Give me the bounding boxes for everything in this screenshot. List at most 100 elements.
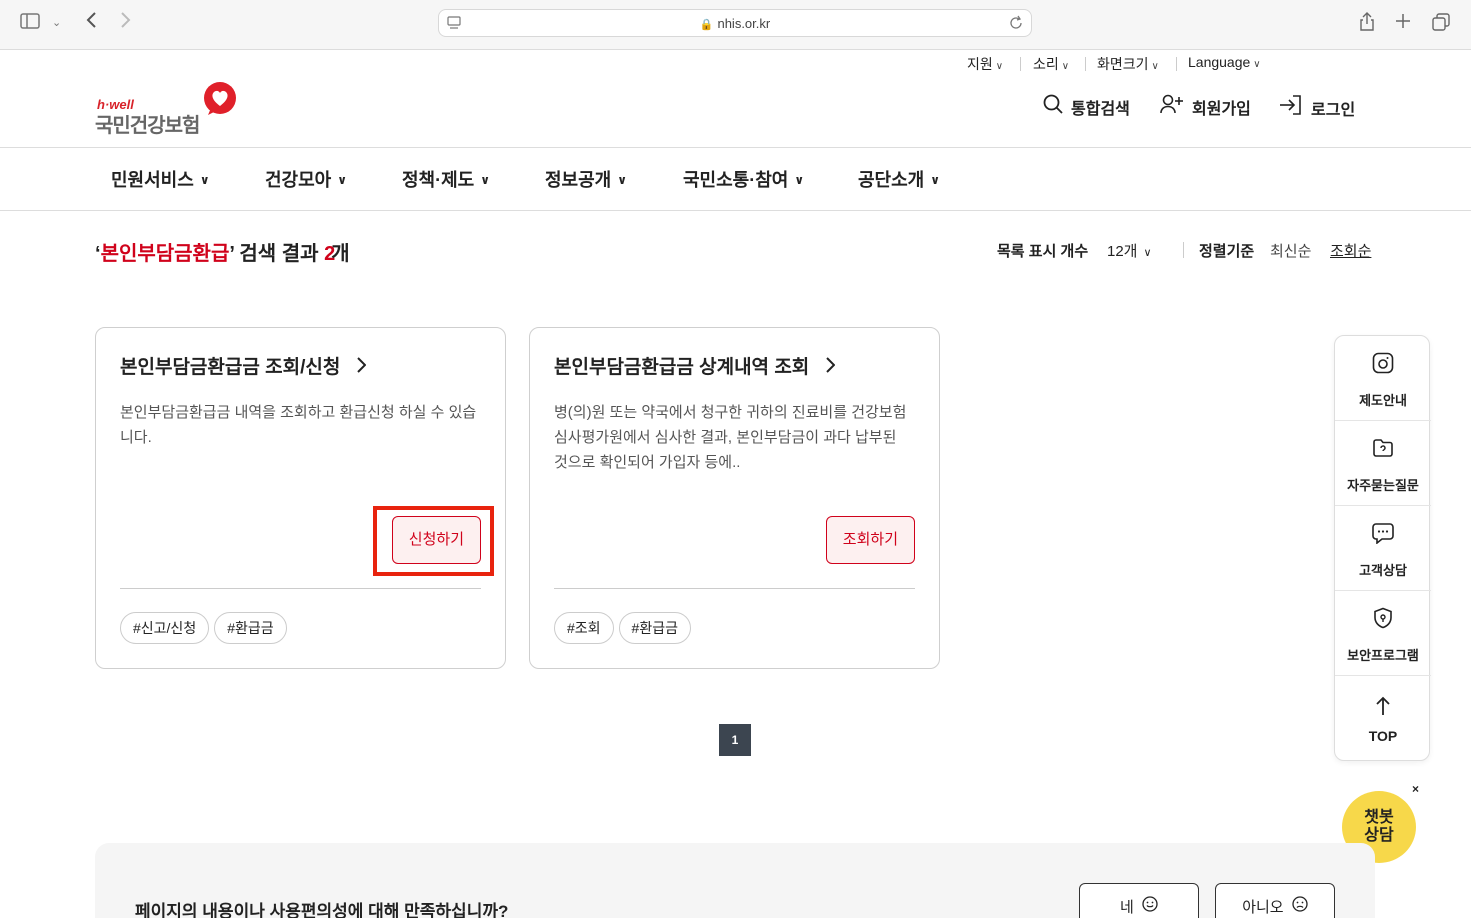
card-title-link[interactable]: 본인부담금환급금 조회/신청 [120,352,367,379]
address-bar[interactable]: 🔒 nhis.or.kr [438,9,1032,37]
forward-icon[interactable] [120,11,132,33]
guide-icon [1372,352,1394,374]
chevron-down-icon[interactable]: ⌄ [52,13,61,33]
chevron-down-icon: ∨ [995,61,1004,72]
chevron-down-icon: ∨ [1143,247,1152,259]
chevron-down-icon: ∨ [480,173,490,187]
chatbot-label-line1: 챗봇 [1364,809,1394,826]
screen-size-label: 화면크기 [1097,56,1149,72]
quick-label: 고객상담 [1359,563,1407,578]
quick-label: 보안프로그램 [1347,648,1419,663]
result-card: 본인부담금환급금 상계내역 조회 병(의)원 또는 약국에서 청구한 귀하의 진… [529,327,940,669]
login-icon [1279,94,1303,121]
gnb-label: 건강모아 [265,170,332,190]
frown-icon [1292,884,1308,918]
language-label: Language [1188,54,1251,70]
yes-label: 네 [1120,899,1134,916]
list-count-value: 12개 [1107,243,1138,260]
satisfaction-survey: 페이지의 내용이나 사용편의성에 대해 만족하십니까? 네 아니오 [95,843,1375,918]
gnb-policy[interactable]: 정책·제도 ∨ [402,166,490,192]
result-card: 본인부담금환급금 조회/신청 본인부담금환급금 내역을 조회하고 환급신청 하실… [95,327,506,669]
login-label: 로그인 [1311,101,1356,119]
share-icon[interactable] [1358,12,1376,36]
tag[interactable]: #조회 [554,612,614,644]
search-button[interactable]: 통합검색 [1043,94,1130,119]
gnb-divider [0,210,1471,211]
card-title: 본인부담금환급금 조회/신청 [120,357,341,378]
sidebar-toggle-icon[interactable] [20,13,40,33]
screen-size-menu[interactable]: 화면크기 ∨ [1097,54,1159,74]
language-menu[interactable]: Language ∨ [1188,54,1261,70]
survey-yes-button[interactable]: 네 [1079,883,1199,918]
lock-icon: 🔒 [699,19,714,31]
login-button[interactable]: 로그인 [1279,94,1355,121]
new-tab-icon[interactable] [1395,13,1411,33]
card-divider [554,588,915,589]
search-keyword: 본인부담금환급 [100,243,230,265]
chevron-right-icon [819,357,835,378]
chevron-down-icon: ∨ [794,173,805,187]
quick-menu: 제도안내 자주묻는질문 고객상담 보안프로그램 TOP [1334,335,1431,762]
divider [1020,57,1021,71]
tab-overview-icon[interactable] [1432,13,1450,35]
inquiry-button[interactable]: 조회하기 [825,516,915,564]
chevron-down-icon: ∨ [1151,61,1159,72]
tag[interactable]: #환급금 [214,612,287,644]
list-count-select[interactable]: 12개 ∨ [1107,240,1152,261]
quote-close: ’ [229,243,235,265]
gnb-civil-service[interactable]: 민원서비스 ∨ [111,166,210,192]
quick-guide[interactable]: 제도안내 [1335,336,1431,421]
chevron-down-icon: ∨ [930,173,940,187]
gnb-participation[interactable]: 국민소통·참여 ∨ [683,166,804,192]
signup-button[interactable]: 회원가입 [1160,94,1251,119]
card-description: 본인부담금환급금 내역을 조회하고 환급신청 하실 수 있습니다. [120,404,477,446]
gnb-label: 정보공개 [545,170,612,190]
support-label: 지원 [967,56,993,72]
scroll-top-button[interactable]: TOP [1335,676,1431,762]
arrow-up-icon [1375,696,1391,721]
gnb-label: 민원서비스 [111,170,194,190]
quick-consult[interactable]: 고객상담 [1335,506,1431,591]
back-icon[interactable] [85,11,97,33]
tag-list: #조회 #환급금 [554,612,691,644]
folder-question-icon [1372,437,1394,459]
gnb-about[interactable]: 공단소개 ∨ [858,166,940,192]
survey-question: 페이지의 내용이나 사용편의성에 대해 만족하십니까? [135,902,509,918]
tag[interactable]: #환급금 [618,612,691,644]
chevron-right-icon [350,357,367,378]
gnb-info-disclosure[interactable]: 정보공개 ∨ [545,166,627,192]
support-menu[interactable]: 지원 ∨ [967,54,1003,74]
gnb-health-moa[interactable]: 건강모아 ∨ [265,166,347,192]
page-1-button[interactable]: 1 [719,724,751,756]
quick-label: 자주묻는질문 [1347,478,1419,493]
sort-views[interactable]: 조회순 [1330,240,1371,261]
quick-faq[interactable]: 자주묻는질문 [1335,421,1431,506]
heart-logo-icon [202,82,238,121]
header-divider [0,147,1471,148]
close-icon[interactable]: × [1412,782,1419,796]
result-heading: ‘본인부담금환급’ 검색 결과 2개 [95,237,350,266]
result-label: 검색 결과 [239,243,319,265]
divider [1176,57,1177,71]
gnb-label: 국민소통·참여 [683,170,789,190]
card-title-link[interactable]: 본인부담금환급금 상계내역 조회 [554,352,835,379]
survey-no-button[interactable]: 아니오 [1215,883,1335,918]
divider [1085,57,1086,71]
tag-list: #신고/신청 #환급금 [120,612,287,644]
logo-name: 국민건강보험 [95,115,200,137]
search-label: 통합검색 [1071,100,1130,118]
smile-icon [1142,884,1158,918]
sort-latest[interactable]: 최신순 [1270,240,1311,261]
top-label: TOP [1368,728,1398,744]
add-user-icon [1160,94,1184,119]
quick-security[interactable]: 보안프로그램 [1335,591,1431,676]
sound-label: 소리 [1033,56,1059,72]
card-title: 본인부담금환급금 상계내역 조회 [554,357,810,378]
tag[interactable]: #신고/신청 [120,612,210,644]
chevron-down-icon: ∨ [617,173,627,187]
site-logo[interactable]: h·well 국민건강보험 [95,82,245,137]
reload-icon[interactable] [1009,15,1023,36]
no-label: 아니오 [1242,899,1284,916]
sound-menu[interactable]: 소리 ∨ [1033,54,1069,74]
chevron-down-icon: ∨ [1253,59,1261,70]
